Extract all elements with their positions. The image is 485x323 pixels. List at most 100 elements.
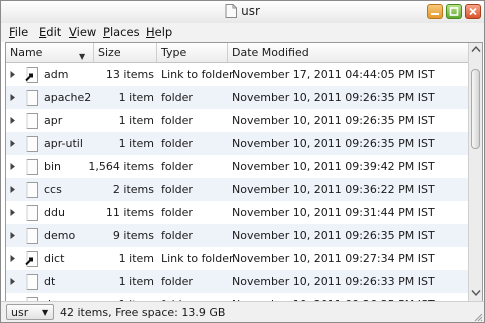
menu-help[interactable]: Help — [146, 25, 172, 39]
file-type: folder — [161, 91, 193, 104]
file-row[interactable]: adm 13 items Link to folder November 17, 20… — [6, 63, 468, 86]
location-dropdown[interactable]: usr ▼ — [6, 304, 54, 320]
menu-file[interactable]: File — [9, 25, 28, 39]
close-button[interactable] — [465, 4, 481, 19]
close-icon — [469, 7, 477, 16]
file-size: 1 item — [118, 137, 154, 150]
file-size: 1 item — [118, 91, 154, 104]
file-name: bin — [44, 160, 62, 173]
column-size-header[interactable]: Size — [94, 43, 157, 62]
file-type: folder — [161, 275, 193, 288]
file-date-modified: November 10, 2011 09:26:35 PM IST — [232, 114, 435, 127]
expand-arrow-icon[interactable] — [9, 185, 17, 194]
minimize-button[interactable] — [427, 4, 443, 19]
file-name: apr — [44, 114, 63, 127]
file-size: 2 items — [112, 183, 154, 196]
column-type-header[interactable]: Type — [157, 43, 228, 62]
file-type: folder — [161, 206, 193, 219]
folder-icon — [26, 274, 38, 290]
file-date-modified: November 10, 2011 09:26:35 PM IST — [232, 229, 435, 242]
file-type: folder — [161, 229, 193, 242]
file-name: apache2 — [44, 91, 92, 104]
folder-icon — [26, 136, 38, 152]
maximize-button[interactable] — [446, 4, 462, 19]
title-bar[interactable]: usr — [1, 1, 484, 24]
expand-arrow-icon[interactable] — [9, 162, 17, 171]
file-row[interactable]: apache2 1 item folder November 10, 2011 09:… — [6, 86, 468, 109]
file-type: Link to folder — [161, 252, 234, 265]
file-type: folder — [161, 183, 193, 196]
file-size: 1 item — [118, 252, 154, 265]
file-row[interactable]: apr 1 item folder November 10, 2011 09:26:3… — [6, 109, 468, 132]
scroll-up-arrow-icon[interactable] — [471, 45, 481, 53]
file-row[interactable]: dx1 itemfolderNovember 10, 2011 09:26:35… — [6, 293, 468, 301]
folder-link-icon — [25, 251, 38, 267]
file-row[interactable]: ddu 11 items folder November 10, 2011 09:31… — [6, 201, 468, 224]
menu-places[interactable]: Places — [103, 25, 140, 39]
file-row[interactable]: dict 1 item Link to folder November 10, 201… — [6, 247, 468, 270]
folder-icon — [26, 182, 38, 198]
file-name: ddu — [44, 206, 65, 219]
file-size: 1,564 items — [88, 160, 154, 173]
file-name: dt — [44, 275, 56, 288]
file-date-modified: November 10, 2011 09:36:22 PM IST — [232, 183, 435, 196]
vertical-scrollbar[interactable] — [468, 43, 482, 301]
scroll-down-arrow-icon[interactable] — [471, 289, 481, 297]
file-type: folder — [161, 114, 193, 127]
expand-arrow-icon[interactable] — [9, 254, 17, 263]
file-size: 9 items — [112, 229, 154, 242]
folder-icon — [26, 159, 38, 175]
folder-icon — [26, 113, 38, 129]
window-title: usr — [241, 4, 260, 18]
file-size: 11 items — [105, 206, 154, 219]
file-name: ccs — [44, 183, 62, 196]
expand-arrow-icon[interactable] — [9, 116, 17, 125]
file-size: 1 item — [118, 275, 154, 288]
expand-arrow-icon[interactable] — [9, 70, 17, 79]
file-type: folder — [161, 160, 193, 173]
file-date-modified: November 10, 2011 09:39:42 PM IST — [232, 160, 435, 173]
folder-icon — [26, 228, 38, 244]
menu-bar: File Edit View Places Help — [1, 23, 484, 42]
file-row[interactable]: demo 9 items folder November 10, 2011 09:26… — [6, 224, 468, 247]
file-date-modified: November 17, 2011 04:44:05 PM IST — [232, 68, 435, 81]
document-icon — [225, 4, 238, 18]
file-row[interactable]: bin 1,564 items folder November 10, 2011 09… — [6, 155, 468, 178]
file-row[interactable]: apr-util 1 item folder November 10, 2011 09… — [6, 132, 468, 155]
file-type: folder — [161, 137, 193, 150]
file-rows: adm 13 items Link to folder November 17, 20… — [6, 63, 468, 301]
file-size: 13 items — [105, 68, 154, 81]
file-manager-window: usr File Edit View Places Help Name ▼ Si… — [0, 0, 485, 323]
file-date-modified: November 10, 2011 09:27:34 PM IST — [232, 252, 435, 265]
expand-arrow-icon[interactable] — [9, 208, 17, 217]
status-text: 42 items, Free space: 13.9 GB — [60, 306, 226, 319]
file-date-modified: November 10, 2011 09:26:35 PM IST — [232, 137, 435, 150]
expand-arrow-icon[interactable] — [9, 93, 17, 102]
file-row[interactable]: ccs 2 items folder November 10, 2011 09:36:… — [6, 178, 468, 201]
file-date-modified: November 10, 2011 09:26:35 PM IST — [232, 91, 435, 104]
file-name: adm — [44, 68, 69, 81]
scrollbar-thumb[interactable] — [471, 69, 480, 149]
dropdown-arrow-icon: ▼ — [42, 308, 49, 317]
status-bar: usr ▼ 42 items, Free space: 13.9 GB — [1, 301, 484, 322]
file-name: dict — [44, 252, 65, 265]
expand-arrow-icon[interactable] — [9, 277, 17, 286]
folder-icon — [26, 205, 38, 221]
file-date-modified: November 10, 2011 09:31:44 PM IST — [232, 206, 435, 219]
file-name: apr-util — [44, 137, 83, 150]
file-type: Link to folder — [161, 68, 234, 81]
folder-icon — [26, 90, 38, 106]
column-name-header[interactable]: Name ▼ — [6, 43, 94, 62]
file-row[interactable]: dt 1 item folder November 10, 2011 09:26:33… — [6, 270, 468, 293]
maximize-icon — [449, 7, 459, 16]
file-date-modified: November 10, 2011 09:26:33 PM IST — [232, 275, 435, 288]
menu-edit[interactable]: Edit — [39, 25, 61, 39]
expand-arrow-icon[interactable] — [9, 139, 17, 148]
menu-view[interactable]: View — [69, 25, 96, 39]
file-name: demo — [44, 229, 76, 242]
resize-grip-icon[interactable] — [473, 312, 483, 322]
expand-arrow-icon[interactable] — [9, 231, 17, 240]
folder-link-icon — [25, 67, 38, 83]
column-date-header[interactable]: Date Modified — [228, 43, 468, 62]
file-list-view: Name ▼ Size Type Date Modified adm 13 ite… — [5, 42, 483, 302]
